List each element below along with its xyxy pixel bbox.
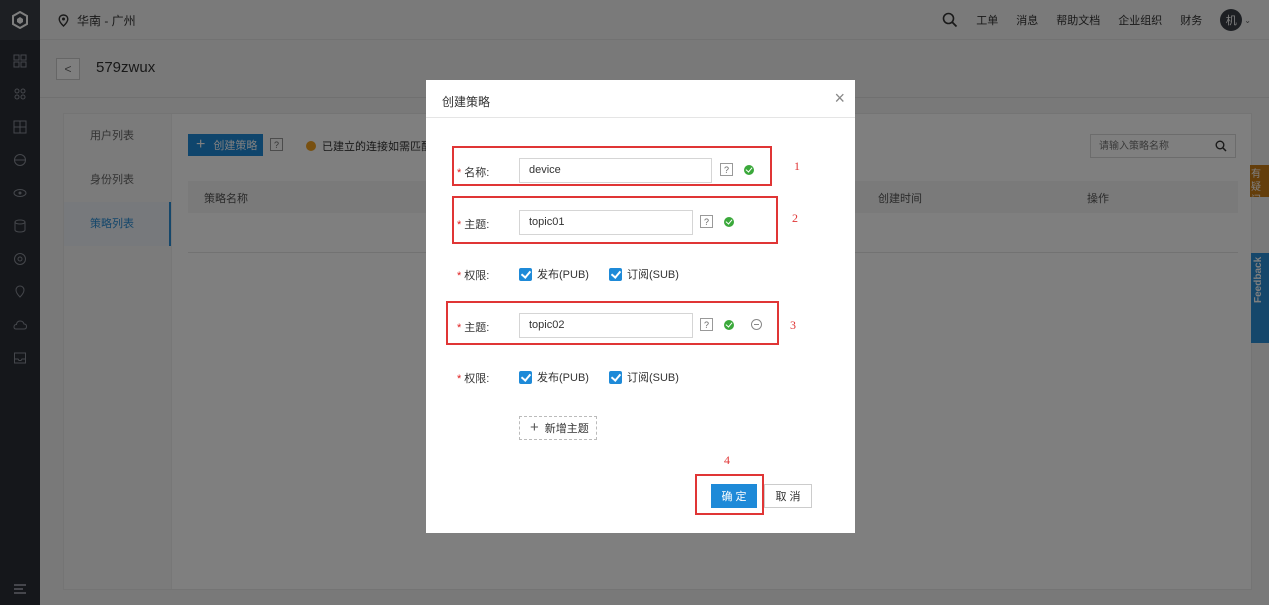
- annotation-number-1: 1: [794, 159, 800, 173]
- permission-options-1: 发布(PUB) 订阅(SUB): [519, 266, 679, 282]
- sub-label: 订阅(SUB): [626, 372, 679, 384]
- create-policy-dialog: 创建策略 × * 名称: device ? * 主题: topic01 ? * 权限:…: [426, 80, 855, 533]
- permission-label: * 权限:: [457, 270, 490, 282]
- plus-icon: +: [530, 419, 539, 436]
- permission-row-2: * 权限: 发布(PUB) 订阅(SUB): [426, 363, 855, 391]
- sub-checkbox[interactable]: [608, 370, 622, 384]
- sub-label: 订阅(SUB): [626, 269, 679, 281]
- annotation-box-1: [452, 146, 772, 186]
- permission-options-2: 发布(PUB) 订阅(SUB): [519, 369, 679, 385]
- annotation-number-3: 3: [790, 318, 796, 332]
- annotation-number-2: 2: [792, 211, 798, 225]
- close-icon[interactable]: ×: [834, 89, 845, 107]
- permission-row-1: * 权限: 发布(PUB) 订阅(SUB): [426, 260, 855, 288]
- annotation-box-4: [695, 474, 764, 515]
- cancel-button[interactable]: 取 消: [764, 484, 812, 508]
- permission-label: * 权限:: [457, 373, 490, 385]
- add-topic-label: 新增主题: [544, 423, 589, 435]
- dialog-title: 创建策略: [442, 95, 491, 109]
- annotation-number-4: 4: [724, 453, 730, 467]
- dialog-header: 创建策略 ×: [426, 80, 855, 118]
- pub-checkbox[interactable]: [519, 370, 532, 384]
- pub-label: 发布(PUB): [537, 269, 589, 281]
- pub-label: 发布(PUB): [537, 372, 589, 384]
- sub-checkbox[interactable]: [608, 267, 622, 281]
- annotation-box-3: [446, 301, 779, 345]
- annotation-box-2: [452, 196, 778, 244]
- add-topic-button[interactable]: + 新增主题: [519, 416, 597, 440]
- pub-checkbox[interactable]: [519, 267, 532, 281]
